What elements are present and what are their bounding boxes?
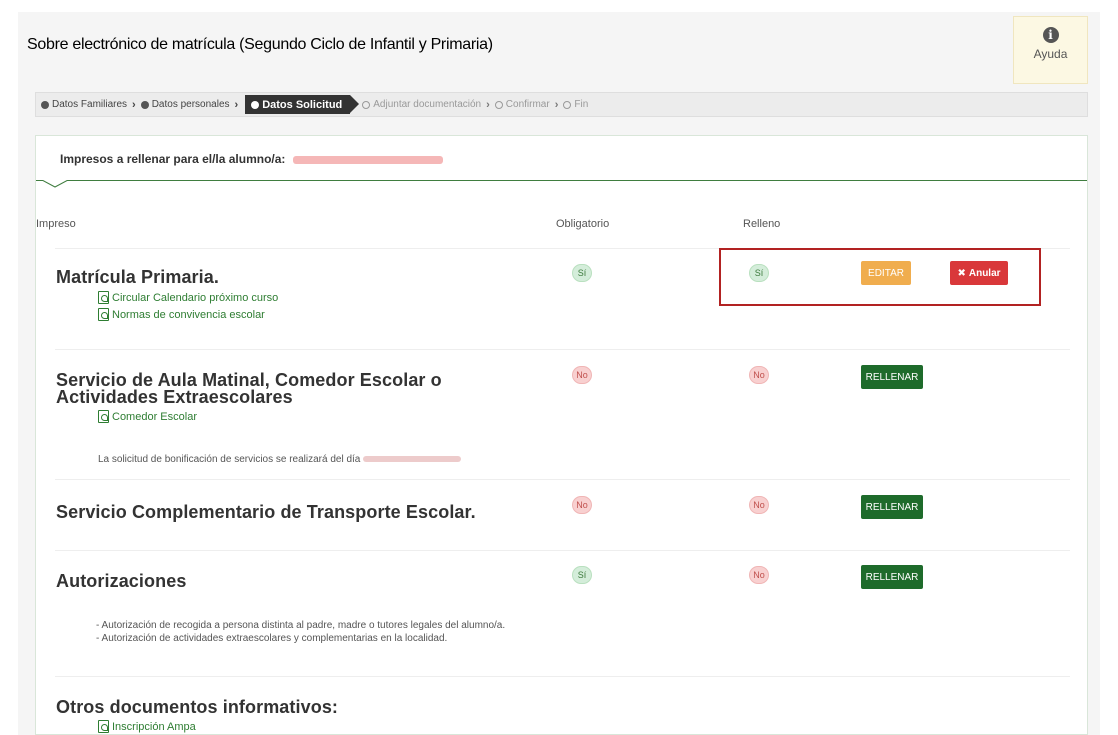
- chevron-right-icon: ›: [554, 98, 559, 111]
- row-title-aula-matinal: Servicio de Aula Matinal, Comedor Escola…: [56, 371, 442, 407]
- circle-outline-icon: [563, 100, 572, 109]
- col-header-obligatorio: Obligatorio: [556, 218, 610, 230]
- link-label: Normas de convivencia escolar: [112, 308, 265, 321]
- forms-panel: Impresos a rellenar para el/la alumno/a:…: [35, 135, 1088, 735]
- pdf-icon: [98, 410, 109, 423]
- link-circular-calendario[interactable]: Circular Calendario próximo curso: [98, 291, 278, 304]
- redacted-student-name: [292, 155, 443, 164]
- step-label: Datos Familiares: [52, 99, 128, 110]
- panel-notch: [42, 180, 68, 188]
- link-label: Circular Calendario próximo curso: [112, 291, 279, 304]
- step-label: Datos Solicitud: [262, 98, 343, 111]
- info-icon: i: [1042, 27, 1059, 43]
- relleno-badge: No: [749, 566, 769, 584]
- step-datos-solicitud[interactable]: Datos Solicitud: [245, 95, 360, 114]
- row-divider: [55, 349, 1070, 350]
- link-inscripcion-ampa[interactable]: Inscripción Ampa: [98, 720, 196, 733]
- row-title-transporte: Servicio Complementario de Transporte Es…: [56, 502, 476, 522]
- check-circle-icon: [140, 100, 149, 109]
- row-divider: [55, 676, 1070, 677]
- redacted-dates: [363, 456, 462, 463]
- panel-header: Impresos a rellenar para el/la alumno/a:: [36, 136, 1087, 181]
- chevron-right-icon: ›: [486, 98, 490, 111]
- link-label: Inscripción Ampa: [112, 720, 196, 733]
- row-title-matricula: Matrícula Primaria.: [56, 267, 219, 287]
- col-header-relleno: Relleno: [743, 218, 781, 230]
- obligatorio-badge: Sí: [572, 264, 592, 282]
- step-fin[interactable]: Fin: [563, 99, 588, 110]
- panel-heading-text: Impresos a rellenar para el/la alumno/a:: [60, 152, 286, 166]
- note-item: - Autorización de actividades extraescol…: [96, 633, 448, 644]
- page-background: Sobre electrónico de matrícula (Segundo …: [18, 12, 1100, 735]
- row-title-line: Actividades Extraescolares: [56, 387, 293, 407]
- note-item: - Autorización de recogida a persona dis…: [96, 620, 506, 631]
- step-label: Confirmar: [505, 99, 550, 110]
- chevron-right-icon: ›: [132, 98, 136, 111]
- step-label: Fin: [574, 99, 589, 110]
- page-title: Sobre electrónico de matrícula (Segundo …: [27, 36, 493, 53]
- breadcrumb: Datos Familiares › Datos personales › Da…: [35, 92, 1088, 117]
- check-circle-icon: [41, 100, 49, 109]
- link-comedor-escolar[interactable]: Comedor Escolar: [98, 410, 197, 423]
- rellenar-button[interactable]: RELLENAR: [861, 495, 923, 519]
- chevron-right-icon: ›: [234, 98, 239, 111]
- obligatorio-badge: No: [572, 366, 592, 384]
- obligatorio-badge: No: [572, 496, 592, 514]
- pdf-icon: [98, 720, 109, 733]
- rellenar-button[interactable]: RELLENAR: [861, 365, 923, 389]
- step-adjuntar-documentacion[interactable]: Adjuntar documentación: [362, 99, 481, 110]
- circle-icon: [251, 100, 260, 109]
- step-confirmar[interactable]: Confirmar: [494, 99, 550, 110]
- step-label: Datos personales: [151, 99, 230, 110]
- col-header-impreso: Impreso: [36, 218, 76, 230]
- highlight-box: [719, 248, 1041, 306]
- relleno-badge: No: [749, 366, 769, 384]
- row-title-autorizaciones: Autorizaciones: [56, 571, 187, 591]
- step-datos-familiares[interactable]: Datos Familiares: [41, 99, 127, 110]
- rellenar-button[interactable]: RELLENAR: [861, 565, 923, 589]
- help-button[interactable]: i Ayuda: [1013, 16, 1088, 84]
- autorizaciones-notes: - Autorización de recogida a persona dis…: [96, 619, 505, 645]
- pdf-icon: [98, 291, 109, 304]
- link-label: Comedor Escolar: [112, 410, 197, 423]
- row-divider: [55, 479, 1070, 480]
- note-text: La solicitud de bonificación de servicio…: [98, 454, 361, 465]
- step-label: Adjuntar documentación: [373, 99, 482, 110]
- bonificacion-note: La solicitud de bonificación de servicio…: [98, 454, 462, 465]
- pdf-icon: [98, 308, 109, 321]
- otros-title: Otros documentos informativos:: [56, 697, 339, 717]
- link-normas-convivencia[interactable]: Normas de convivencia escolar: [98, 308, 265, 321]
- header: Sobre electrónico de matrícula (Segundo …: [18, 12, 1013, 76]
- row-divider: [55, 550, 1070, 551]
- step-datos-personales[interactable]: Datos personales: [140, 99, 230, 110]
- obligatorio-badge: Sí: [572, 566, 592, 584]
- circle-outline-icon: [362, 100, 371, 109]
- circle-outline-icon: [494, 100, 503, 109]
- panel-heading: Impresos a rellenar para el/la alumno/a:: [60, 152, 443, 166]
- relleno-badge: No: [749, 496, 769, 514]
- help-label: Ayuda: [1033, 47, 1068, 61]
